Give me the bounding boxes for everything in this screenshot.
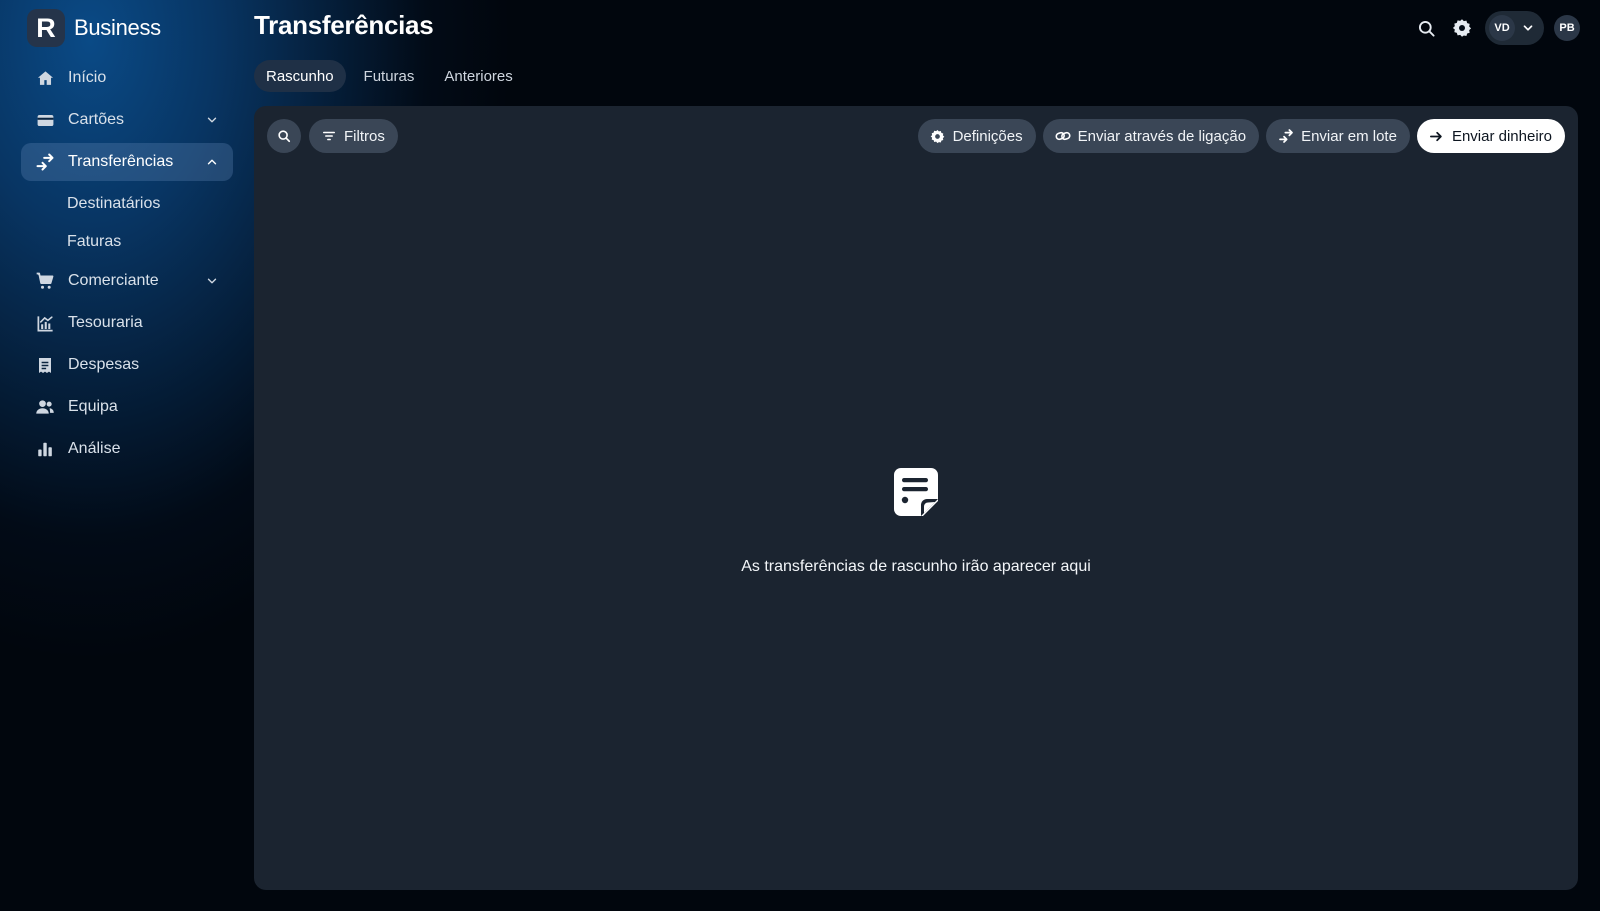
sidebar: R Business Início Cartões Transferências — [0, 0, 248, 911]
cart-icon — [35, 271, 55, 291]
link-icon — [1055, 128, 1071, 144]
filters-label: Filtros — [344, 127, 385, 145]
sidebar-item-equipa[interactable]: Equipa — [21, 388, 233, 426]
sidebar-item-tesouraria[interactable]: Tesouraria — [21, 304, 233, 342]
sidebar-item-label: Transferências — [68, 153, 174, 170]
search-icon — [278, 130, 291, 143]
chevron-down-icon — [207, 278, 217, 284]
brand-logo: R — [27, 9, 65, 47]
transfer-icon — [1278, 128, 1294, 144]
sidebar-item-analise[interactable]: Análise — [21, 430, 233, 468]
arrow-right-icon — [1429, 128, 1445, 144]
settings-button[interactable] — [1449, 12, 1475, 44]
account-switcher[interactable]: VD — [1485, 11, 1544, 45]
sidebar-item-transferencias[interactable]: Transferências — [21, 143, 233, 181]
send-money-label: Enviar dinheiro — [1451, 127, 1552, 145]
send-via-link-label: Enviar através de ligação — [1077, 127, 1247, 145]
brand-name: Business — [74, 15, 161, 40]
empty-state: As transferências de rascunho irão apare… — [254, 468, 1578, 576]
sidebar-item-label: Cartões — [68, 111, 125, 128]
sidebar-item-despesas[interactable]: Despesas — [21, 346, 233, 384]
transfers-panel: Filtros Definições Enviar através de lig… — [254, 106, 1578, 890]
sidebar-subitem-destinatarios[interactable]: Destinatários — [21, 185, 233, 223]
brand[interactable]: R Business — [27, 9, 161, 47]
draft-document-icon — [894, 468, 938, 516]
home-icon — [35, 68, 55, 88]
bulk-send-label: Enviar em lote — [1301, 127, 1397, 145]
send-money-button[interactable]: Enviar dinheiro — [1416, 119, 1565, 153]
settings-definicoes-button[interactable]: Definições — [917, 119, 1036, 153]
bar-chart-icon — [35, 439, 55, 459]
sidebar-item-label: Equipa — [68, 398, 118, 415]
search-icon — [1418, 20, 1435, 37]
gear-icon — [1452, 19, 1472, 37]
sidebar-item-label: Análise — [68, 440, 121, 457]
page-title: Transferências — [254, 10, 434, 40]
sidebar-item-label: Início — [68, 69, 107, 86]
settings-label: Definições — [952, 127, 1023, 145]
search-transfers-button[interactable] — [267, 119, 301, 153]
tab-rascunho[interactable]: Rascunho — [254, 60, 346, 92]
filters-button[interactable]: Filtros — [309, 119, 398, 153]
header-actions: VD PB — [1413, 11, 1580, 45]
filter-icon — [321, 128, 337, 144]
empty-state-message: As transferências de rascunho irão apare… — [741, 558, 1091, 575]
chevron-up-icon — [207, 159, 217, 165]
sidebar-item-inicio[interactable]: Início — [21, 59, 233, 97]
chevron-down-icon — [207, 117, 217, 123]
sidebar-item-label: Tesouraria — [68, 314, 143, 331]
sidebar-item-cartoes[interactable]: Cartões — [21, 101, 233, 139]
send-via-link-button[interactable]: Enviar através de ligação — [1042, 119, 1260, 153]
tabs: Rascunho Futuras Anteriores — [254, 60, 525, 92]
sidebar-item-label: Despesas — [68, 356, 140, 373]
toolbar-left: Filtros — [267, 119, 398, 153]
sidebar-item-comerciante[interactable]: Comerciante — [21, 262, 233, 300]
sidebar-subitem-faturas[interactable]: Faturas — [21, 223, 233, 261]
tab-futuras[interactable]: Futuras — [352, 60, 427, 92]
receipt-icon — [35, 355, 55, 375]
card-icon — [35, 110, 55, 130]
search-button[interactable] — [1413, 12, 1439, 44]
chevron-down-icon — [1519, 19, 1537, 37]
profile-avatar[interactable]: PB — [1554, 15, 1580, 41]
chart-line-icon — [35, 313, 55, 333]
toolbar-right: Definições Enviar através de ligação Env… — [917, 119, 1565, 153]
team-icon — [35, 397, 55, 417]
sidebar-nav: Início Cartões Transferências Destinatár… — [21, 59, 233, 472]
sidebar-item-label: Comerciante — [68, 272, 159, 289]
account-avatar: VD — [1489, 15, 1515, 41]
bulk-send-button[interactable]: Enviar em lote — [1266, 119, 1410, 153]
transfer-icon — [35, 152, 55, 172]
tab-anteriores[interactable]: Anteriores — [432, 60, 524, 92]
gear-icon — [930, 128, 946, 144]
